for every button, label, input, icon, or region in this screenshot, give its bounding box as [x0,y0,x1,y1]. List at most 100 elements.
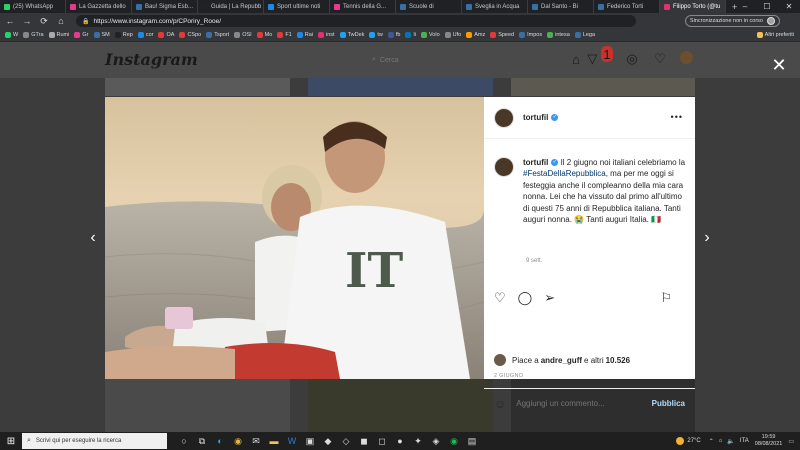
grid-thumb[interactable] [105,378,290,432]
publish-button[interactable]: Pubblica [652,399,685,408]
bookmark-item[interactable]: Rai [296,32,313,38]
bookmark-item[interactable]: Rumi [48,32,69,38]
likes-user[interactable]: andre_guff [541,356,582,365]
bookmark-item[interactable]: CSpo [179,32,201,38]
caption-hashtag[interactable]: #FestaDellaRepubblica [523,169,606,178]
bookmark-item[interactable]: SM [93,32,110,38]
chrome-icon[interactable]: ◉ [229,433,247,449]
more-options-icon[interactable]: ••• [671,112,683,122]
browser-tab[interactable]: Sport ultime noti [264,0,330,13]
comment-input[interactable] [516,399,637,408]
url-field[interactable]: 🔒 https://www.instagram.com/p/CPoriry_Ro… [76,15,636,27]
browser-tab[interactable]: Bau! Sigma Esb... [132,0,198,13]
minimize-button[interactable]: – [734,0,756,13]
app-icon[interactable]: ● [391,433,409,449]
bookmark-item[interactable]: tw [369,32,383,38]
grid-thumb[interactable] [308,378,493,432]
app-icon[interactable]: ✦ [409,433,427,449]
bookmark-item[interactable]: Volo [420,32,440,38]
author-avatar[interactable] [494,107,514,128]
bookmark-item[interactable]: TwDek [339,32,364,38]
tray-up-icon[interactable]: ⌃ [709,438,714,445]
mail-icon[interactable]: ✉ [247,433,265,449]
app-icon[interactable]: ◆ [319,433,337,449]
bookmark-item[interactable]: Gr [74,32,89,38]
volume-icon[interactable]: 🔈 [727,438,734,445]
maximize-button[interactable]: ☐ [756,0,778,13]
bookmark-item[interactable]: OSI [234,32,252,38]
clock[interactable]: 19:59 08/08/2021 [755,434,783,448]
close-window-button[interactable]: ✕ [778,0,800,13]
bookmark-item[interactable]: W [5,32,18,38]
app-icon[interactable]: ◻ [373,433,391,449]
grid-thumb[interactable] [105,78,290,96]
bookmark-item[interactable]: cor [137,32,153,38]
edge-icon[interactable]: ◐ [211,433,229,449]
bookmark-item[interactable]: li [405,32,416,38]
app-icon[interactable]: ◈ [427,433,445,449]
bookmark-item[interactable]: Ufo [444,32,461,38]
home-browser-icon[interactable]: ⌂ [54,14,68,28]
taskview-icon[interactable]: ⧉ [193,433,211,449]
bookmark-item[interactable]: intesa [547,32,570,38]
start-icon[interactable]: ⊞ [4,434,18,448]
browser-tab[interactable]: Dal Santo - Bi [528,0,594,13]
bookmark-item[interactable]: fb [387,32,400,38]
other-bookmarks[interactable]: Altri preferiti [756,32,794,38]
browser-tab[interactable]: Scuole di [396,0,462,13]
spotify-icon[interactable]: ◉ [445,433,463,449]
bookmark-item[interactable]: Impos [519,32,542,38]
save-icon[interactable]: ⚐ [660,290,672,306]
bookmark-item[interactable]: Tsport [206,32,229,38]
explore-icon[interactable]: ◎ [624,51,640,67]
weather-widget[interactable]: 27°C [676,437,701,445]
explorer-icon[interactable]: ▬ [265,433,283,449]
profile-avatar[interactable] [680,51,693,64]
browser-tab[interactable]: Guida | La Repubb [198,0,264,13]
browser-tab[interactable]: Tennis della G... [330,0,396,13]
network-icon[interactable]: ⌂ [719,438,723,444]
taskbar-search[interactable]: ⌕ Scrivi qui per eseguire la ricerca [22,433,167,449]
heart-icon[interactable]: ♡ [652,51,668,67]
bookmark-item[interactable]: Mo [256,32,272,38]
language-icon[interactable]: ITA [740,438,749,444]
bookmark-item[interactable]: Speed [490,32,514,38]
comment-icon[interactable]: ◯ [518,290,533,306]
bookmark-item[interactable]: Lega [574,32,595,38]
back-icon[interactable]: ← [3,14,17,28]
browser-tab[interactable]: Sveglia in Acqua [462,0,528,13]
bookmark-item[interactable]: inst [318,32,335,38]
forward-icon[interactable]: → [20,14,34,28]
browser-tab[interactable]: Federico Torti [594,0,660,13]
bookmark-item[interactable]: GTra [23,32,44,38]
emoji-icon[interactable]: ☺ [494,397,506,411]
task-view-icon[interactable]: ○ [175,433,193,449]
app-icon[interactable]: ▤ [463,433,481,449]
browser-tab[interactable]: La Gazzetta dello [66,0,132,13]
previous-post-arrow[interactable]: ‹ [86,229,100,249]
home-icon[interactable]: ⌂ [568,51,584,67]
browser-tab[interactable]: (25) WhatsApp [0,0,66,13]
instagram-logo[interactable]: Instagram [105,50,198,69]
reload-icon[interactable]: ⟳ [37,14,51,28]
share-icon[interactable]: ➢ [544,290,555,306]
like-icon[interactable]: ♡ [494,290,506,306]
grid-thumb[interactable] [511,78,695,96]
bookmark-item[interactable]: Rep [114,32,133,38]
next-post-arrow[interactable]: › [700,229,714,249]
search-input[interactable]: ⌕ Cerca [372,52,472,68]
photos-icon[interactable]: ▣ [301,433,319,449]
bookmark-item[interactable]: F1 [277,32,292,38]
bookmark-item[interactable]: Amz [466,32,485,38]
sync-button[interactable]: Sincronizzazione non in corso [684,15,780,27]
app-icon[interactable]: ◼ [355,433,373,449]
grid-thumb[interactable] [308,78,493,96]
post-photo[interactable]: IT [105,97,484,379]
word-icon[interactable]: W [283,433,301,449]
caption-avatar[interactable] [494,157,514,177]
close-modal-button[interactable]: ✕ [770,56,788,74]
direct-icon[interactable]: ▽ 1 [587,46,613,67]
author-username[interactable]: tortufil [523,113,548,122]
likes-count[interactable]: 10.526 [606,356,630,365]
browser-tab[interactable]: Filippo Torto (@tu [660,0,726,13]
